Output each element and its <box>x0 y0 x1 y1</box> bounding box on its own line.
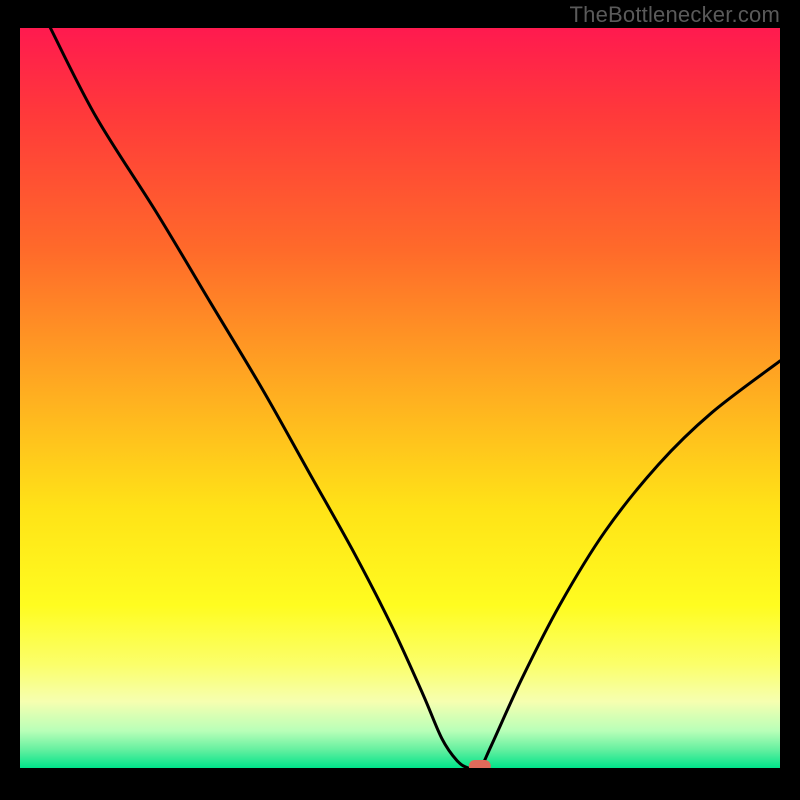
watermark-text: TheBottlenecker.com <box>570 2 780 28</box>
chart-background <box>20 28 780 768</box>
sweet-spot-marker <box>469 760 491 768</box>
bottleneck-chart <box>20 28 780 768</box>
chart-svg <box>20 28 780 768</box>
chart-container: TheBottlenecker.com <box>0 0 800 800</box>
